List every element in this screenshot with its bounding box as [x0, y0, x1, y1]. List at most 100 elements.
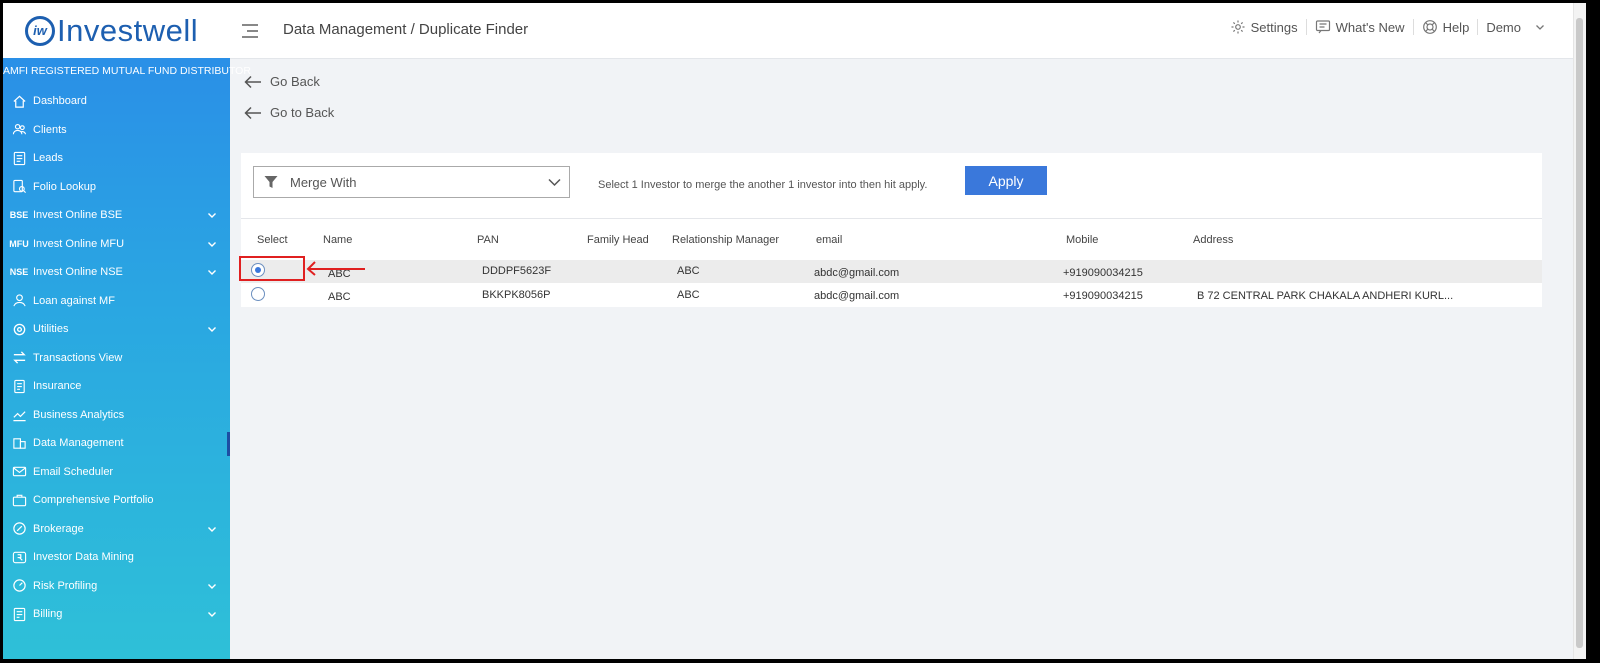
loan-icon	[11, 293, 27, 309]
users-icon	[11, 122, 27, 138]
chevron-down-icon	[208, 213, 216, 218]
sidebar-item-label: Dashboard	[33, 95, 87, 108]
annotation-highlight-box	[239, 256, 305, 281]
merge-with-select[interactable]: Merge With	[253, 166, 570, 198]
data-icon	[11, 435, 27, 451]
cell-pan: BKKPK8056P	[482, 289, 551, 301]
table-row[interactable]: ABC BKKPK8056P ABC abdc@gmail.com +91909…	[241, 283, 1542, 307]
leads-icon	[11, 150, 27, 166]
help-link[interactable]: Help	[1414, 19, 1478, 35]
apply-button[interactable]: Apply	[965, 166, 1047, 195]
table-row[interactable]: ABC DDDPF5623F ABC abdc@gmail.com +91909…	[241, 259, 1542, 283]
go-to-back-link[interactable]: Go to Back	[244, 105, 334, 120]
chevron-down-icon	[208, 526, 216, 532]
chevron-down-icon	[548, 178, 561, 187]
gear-icon	[1231, 20, 1245, 34]
sidebar-nav: Dashboard Clients Leads Folio Lookup BSE…	[3, 87, 230, 629]
scrollbar-thumb[interactable]	[1576, 18, 1583, 648]
sidebar-item-dashboard[interactable]: Dashboard	[3, 87, 230, 116]
chevron-down-icon	[208, 583, 216, 589]
risk-icon	[11, 578, 27, 594]
sidebar-item-label: Email Scheduler	[33, 465, 114, 478]
chevron-down-icon	[208, 241, 216, 247]
sidebar-item-comprehensive-portfolio[interactable]: Comprehensive Portfolio	[3, 486, 230, 515]
sidebar-item-brokerage[interactable]: Brokerage	[3, 515, 230, 544]
folio-icon	[11, 179, 27, 195]
portfolio-icon	[11, 492, 27, 508]
go-to-back-label: Go to Back	[270, 105, 335, 120]
whats-new-label: What's New	[1335, 19, 1405, 35]
sidebar-item-email-scheduler[interactable]: Email Scheduler	[3, 458, 230, 487]
bse-icon: BSE	[9, 210, 29, 221]
cell-pan: DDDPF5623F	[482, 265, 552, 277]
menu-toggle-icon[interactable]	[240, 22, 260, 40]
col-pan: PAN	[477, 234, 499, 246]
sidebar-item-label: Brokerage	[33, 522, 84, 535]
col-relationship-manager: Relationship Manager	[672, 234, 780, 246]
billing-icon	[11, 606, 27, 622]
brokerage-icon	[11, 521, 27, 537]
help-label: Help	[1442, 19, 1470, 35]
logo-mark-icon: iw	[25, 15, 55, 46]
filter-icon	[264, 176, 278, 188]
header-actions: Settings What's New Help Demo	[1222, 19, 1558, 35]
cell-email: abdc@gmail.com	[814, 290, 900, 302]
sidebar-item-invest-online-mfu[interactable]: MFU Invest Online MFU	[3, 230, 230, 259]
sidebar-item-investor-data-mining[interactable]: Investor Data Mining	[3, 543, 230, 572]
vertical-scrollbar[interactable]	[1573, 3, 1586, 659]
merge-hint: Select 1 Investor to merge the another 1…	[598, 179, 928, 191]
table-header: Select Name PAN Family Head Relationship…	[241, 219, 1542, 259]
go-back-link[interactable]: Go Back	[244, 74, 320, 89]
annotation-arrow-icon	[306, 261, 365, 276]
settings-link[interactable]: Settings	[1222, 19, 1306, 35]
sidebar-item-label: Business Analytics	[33, 408, 125, 421]
sidebar-item-folio-lookup[interactable]: Folio Lookup	[3, 173, 230, 202]
cell-name: ABC	[328, 291, 351, 303]
breadcrumb: Data Management / Duplicate Finder	[283, 21, 529, 38]
sidebar-item-label: Loan against MF	[33, 294, 115, 307]
sidebar-item-label: Transactions View	[33, 351, 123, 364]
sidebar-item-loan-against-mf[interactable]: Loan against MF	[3, 287, 230, 316]
sidebar-item-data-management[interactable]: Data Management	[3, 429, 230, 458]
sidebar-item-clients[interactable]: Clients	[3, 116, 230, 145]
sidebar-item-risk-profiling[interactable]: Risk Profiling	[3, 572, 230, 601]
sidebar-item-label: Investor Data Mining	[33, 551, 134, 564]
sidebar-item-business-analytics[interactable]: Business Analytics	[3, 401, 230, 430]
col-select: Select	[257, 234, 288, 246]
user-menu[interactable]: Demo	[1478, 20, 1558, 35]
sidebar-item-transactions-view[interactable]: Transactions View	[3, 344, 230, 373]
logo[interactable]: iw Investwell	[3, 3, 230, 58]
sidebar-item-invest-online-bse[interactable]: BSE Invest Online BSE	[3, 201, 230, 230]
user-name: Demo	[1486, 19, 1521, 35]
whats-new-link[interactable]: What's New	[1307, 19, 1413, 35]
select-radio[interactable]	[251, 287, 265, 301]
lifebuoy-icon	[1422, 20, 1437, 34]
col-mobile: Mobile	[1066, 234, 1099, 246]
sidebar-item-insurance[interactable]: Insurance	[3, 372, 230, 401]
sidebar-item-invest-online-nse[interactable]: NSE Invest Online NSE	[3, 258, 230, 287]
sidebar-item-label: Billing	[33, 608, 63, 621]
sidebar-item-label: Clients	[33, 123, 67, 136]
cell-mobile: +919090034215	[1063, 267, 1143, 279]
nse-icon: NSE	[9, 267, 29, 278]
sidebar-item-label: Insurance	[33, 380, 82, 393]
arrow-left-icon	[244, 106, 261, 119]
mining-icon	[11, 549, 27, 565]
chevron-down-icon	[208, 270, 216, 275]
settings-label: Settings	[1250, 19, 1298, 35]
sidebar-item-label: Leads	[33, 152, 63, 165]
sidebar-item-billing[interactable]: Billing	[3, 600, 230, 629]
tagline: AMFI REGISTERED MUTUAL FUND DISTRIBUTOR	[3, 65, 251, 77]
sidebar: iw Investwell AMFI REGISTERED MUTUAL FUN…	[3, 3, 251, 659]
sidebar-item-utilities[interactable]: Utilities	[3, 315, 230, 344]
cell-email: abdc@gmail.com	[814, 267, 900, 279]
sidebar-item-leads[interactable]: Leads	[3, 144, 230, 173]
utilities-icon	[11, 321, 27, 337]
sidebar-item-label: Invest Online MFU	[33, 237, 125, 250]
sidebar-item-label: Risk Profiling	[33, 579, 98, 592]
chevron-down-icon	[208, 612, 216, 617]
merge-with-label: Merge With	[290, 174, 357, 190]
cell-address: B 72 CENTRAL PARK CHAKALA ANDHERI KURL..…	[1197, 290, 1454, 302]
top-header: Data Management / Duplicate Finder Setti…	[230, 3, 1586, 59]
col-email: email	[816, 234, 843, 246]
